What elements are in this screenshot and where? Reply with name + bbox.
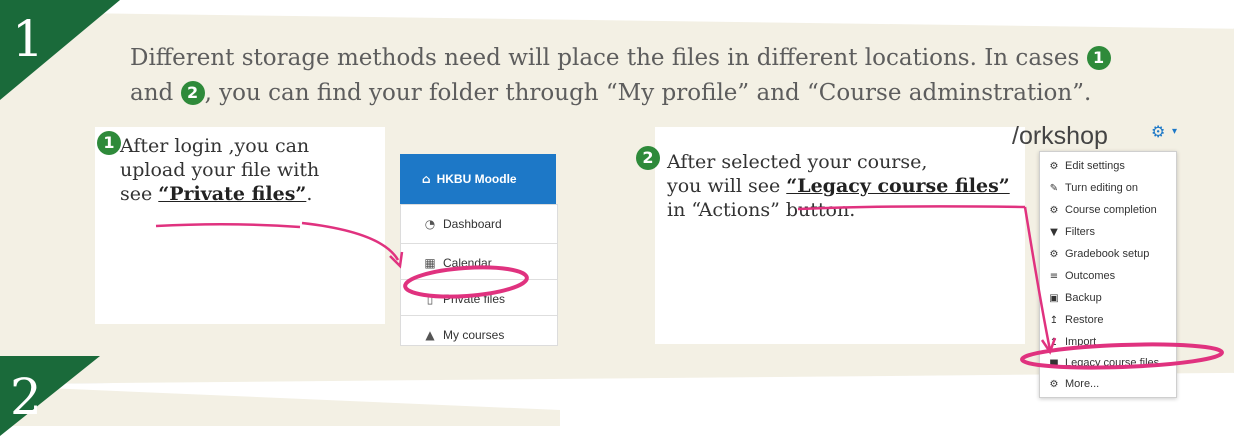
graduation-cap-icon: ▲: [425, 328, 435, 342]
action-legacy-course-files[interactable]: ■ Legacy course files: [1040, 353, 1176, 373]
case-1-marker: 1: [1086, 46, 1111, 70]
action-more[interactable]: ⚙ More...: [1040, 374, 1176, 394]
action-backup[interactable]: ▣ Backup: [1040, 288, 1176, 308]
step-2-card: [0, 386, 560, 426]
intro-line-2: and 2, you can find your folder through …: [130, 80, 1092, 106]
home-icon: ⌂: [422, 172, 431, 186]
moodle-home-link[interactable]: ⌂ HKBU Moodle: [400, 154, 556, 204]
action-restore[interactable]: ↥ Restore: [1040, 310, 1176, 330]
gear-icon: ⚙: [1049, 378, 1059, 390]
private-files-highlight: “Private files”: [158, 183, 307, 205]
list-icon: ≡: [1049, 270, 1059, 282]
chevron-down-icon[interactable]: ▾: [1172, 126, 1177, 137]
dashboard-icon: ◔: [424, 217, 436, 231]
action-course-completion[interactable]: ⚙ Course completion: [1040, 200, 1176, 220]
legacy-files-highlight: “Legacy course files”: [786, 175, 1010, 197]
gear-icon: ⚙: [1049, 248, 1059, 260]
upload-icon: ↥: [1049, 314, 1059, 326]
action-edit-settings[interactable]: ⚙ Edit settings: [1040, 156, 1176, 176]
action-import[interactable]: ↥ Import: [1040, 332, 1176, 352]
gear-icon: ⚙: [1049, 204, 1059, 216]
actions-menu: ⚙ Edit settings ✎ Turn editing on ⚙ Course …: [1039, 151, 1177, 398]
nav-private-files[interactable]: ▯ Private files: [401, 279, 557, 318]
action-turn-editing-on[interactable]: ✎ Turn editing on: [1040, 178, 1176, 198]
file-icon: ▯: [426, 292, 434, 306]
action-outcomes[interactable]: ≡ Outcomes: [1040, 266, 1176, 286]
panel-1-marker: 1: [97, 131, 121, 155]
nav-dashboard[interactable]: ◔ Dashboard: [401, 205, 557, 243]
step-1-number: 1: [12, 10, 44, 68]
nav-my-courses[interactable]: ▲ My courses: [401, 315, 557, 354]
panel-2-text: After selected your course, you will see…: [667, 151, 1010, 221]
folder-icon: ■: [1049, 357, 1059, 369]
action-gradebook-setup[interactable]: ⚙ Gradebook setup: [1040, 244, 1176, 264]
panel-2-marker: 2: [636, 146, 660, 170]
nav-calendar[interactable]: ▦ Calendar: [401, 243, 557, 282]
gear-icon: ⚙: [1049, 160, 1059, 172]
calendar-icon: ▦: [424, 256, 436, 270]
moodle-nav-menu: ◔ Dashboard ▦ Calendar ▯ Private files ▲…: [400, 204, 558, 346]
pencil-icon: ✎: [1049, 182, 1059, 194]
filter-icon: ▼: [1050, 226, 1058, 238]
step-2-number: 2: [10, 368, 42, 426]
upload-icon: ↥: [1049, 336, 1059, 348]
panel-1-text: After login ,you can upload your file wi…: [120, 135, 320, 205]
backup-icon: ▣: [1049, 292, 1059, 304]
actions-gear-icon[interactable]: ⚙: [1151, 122, 1165, 141]
case-2-marker: 2: [180, 81, 205, 105]
action-filters[interactable]: ▼ Filters: [1040, 222, 1176, 242]
intro-line-1: Different storage methods need will plac…: [130, 42, 1111, 74]
course-title: /orkshop: [1012, 122, 1108, 150]
